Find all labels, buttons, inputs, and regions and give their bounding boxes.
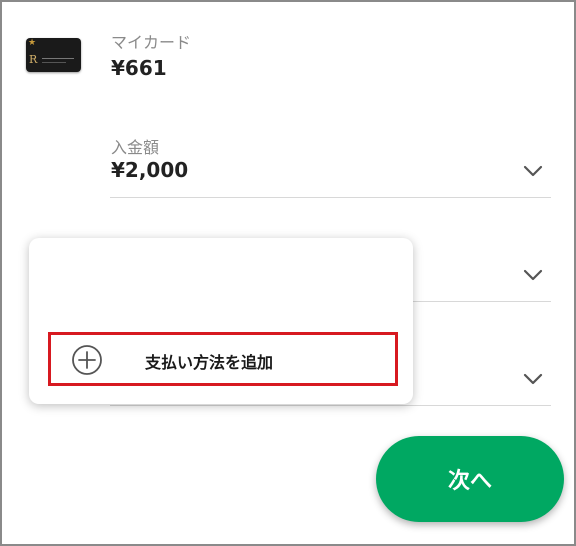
card-balance: ¥661 [111, 56, 167, 80]
row-divider [110, 405, 551, 406]
card-image: ★ R [26, 38, 81, 72]
plus-circle-icon [71, 344, 103, 376]
add-payment-method-label: 支払い方法を追加 [145, 353, 274, 372]
chevron-down-icon[interactable] [522, 164, 544, 178]
row-divider [110, 197, 551, 198]
card-label: マイカード [111, 33, 192, 52]
chevron-down-icon[interactable] [522, 268, 544, 282]
add-payment-method-button[interactable]: 支払い方法を追加 [48, 332, 398, 386]
next-button-label: 次へ [447, 469, 492, 494]
deposit-label: 入金額 [111, 138, 160, 157]
chevron-down-icon[interactable] [522, 372, 544, 386]
deposit-amount[interactable]: ¥2,000 [111, 158, 188, 182]
next-button[interactable]: 次へ [376, 436, 564, 522]
